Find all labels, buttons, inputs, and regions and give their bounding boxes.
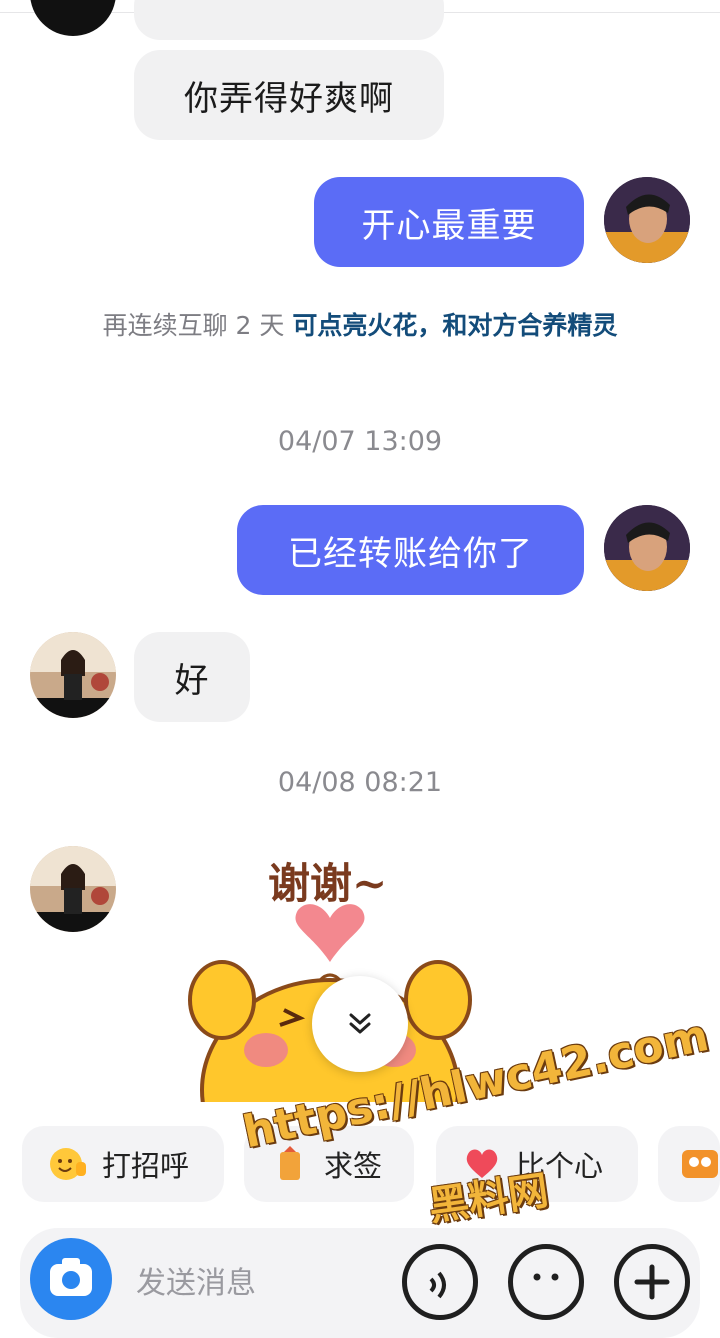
my-avatar[interactable] [604, 505, 690, 591]
my-avatar-image [604, 177, 690, 263]
emoji-button[interactable] [508, 1244, 584, 1320]
partner-avatar[interactable] [30, 632, 116, 718]
voice-icon [429, 1271, 446, 1299]
smile-hand-icon [48, 1144, 88, 1184]
timestamp: 04/08 08:21 [277, 767, 443, 798]
quick-action-ask-label: 求签 [324, 1149, 383, 1183]
partner-avatar-partial[interactable] [30, 0, 116, 36]
quick-action-greet-label: 打招呼 [102, 1149, 190, 1183]
voice-button[interactable] [402, 1244, 478, 1320]
scroll-down-icon [349, 1013, 371, 1034]
incoming-message-partial[interactable] [134, 0, 444, 40]
group-icon [680, 1144, 720, 1184]
message-input-bar [20, 1228, 700, 1338]
incoming-message[interactable]: 你弄得好爽啊 [134, 50, 444, 140]
my-avatar[interactable] [604, 177, 690, 263]
quick-action-group[interactable] [658, 1126, 720, 1202]
partner-avatar-image [30, 846, 116, 932]
sticker-message[interactable]: 谢谢~ [180, 840, 480, 1102]
incoming-message[interactable]: 好 [134, 632, 250, 722]
partner-avatar-image [30, 632, 116, 718]
scroll-down-button[interactable] [312, 976, 408, 1072]
sticker-character [188, 904, 472, 1102]
plus-button[interactable] [614, 1244, 690, 1320]
camera-button[interactable] [30, 1238, 112, 1320]
outgoing-message[interactable]: 开心最重要 [314, 177, 584, 267]
spark-hint: 再连续互聊 2 天 可点亮火花，和对方合养精灵 [100, 308, 620, 344]
timestamp: 04/07 13:09 [277, 426, 443, 457]
camera-icon [50, 1258, 92, 1296]
spark-hint-prefix: 再连续互聊 2 天 [102, 311, 293, 340]
partner-avatar[interactable] [30, 846, 116, 932]
my-avatar-image [604, 505, 690, 591]
message-input[interactable]: 发送消息 [136, 1258, 256, 1302]
quick-action-greet[interactable]: 打招呼 [22, 1126, 224, 1202]
emoji-icon [533, 1273, 559, 1281]
spark-hint-link[interactable]: 可点亮火花，和对方合养精灵 [292, 311, 617, 340]
outgoing-message[interactable]: 已经转账给你了 [237, 505, 584, 595]
plus-icon [634, 1264, 670, 1300]
